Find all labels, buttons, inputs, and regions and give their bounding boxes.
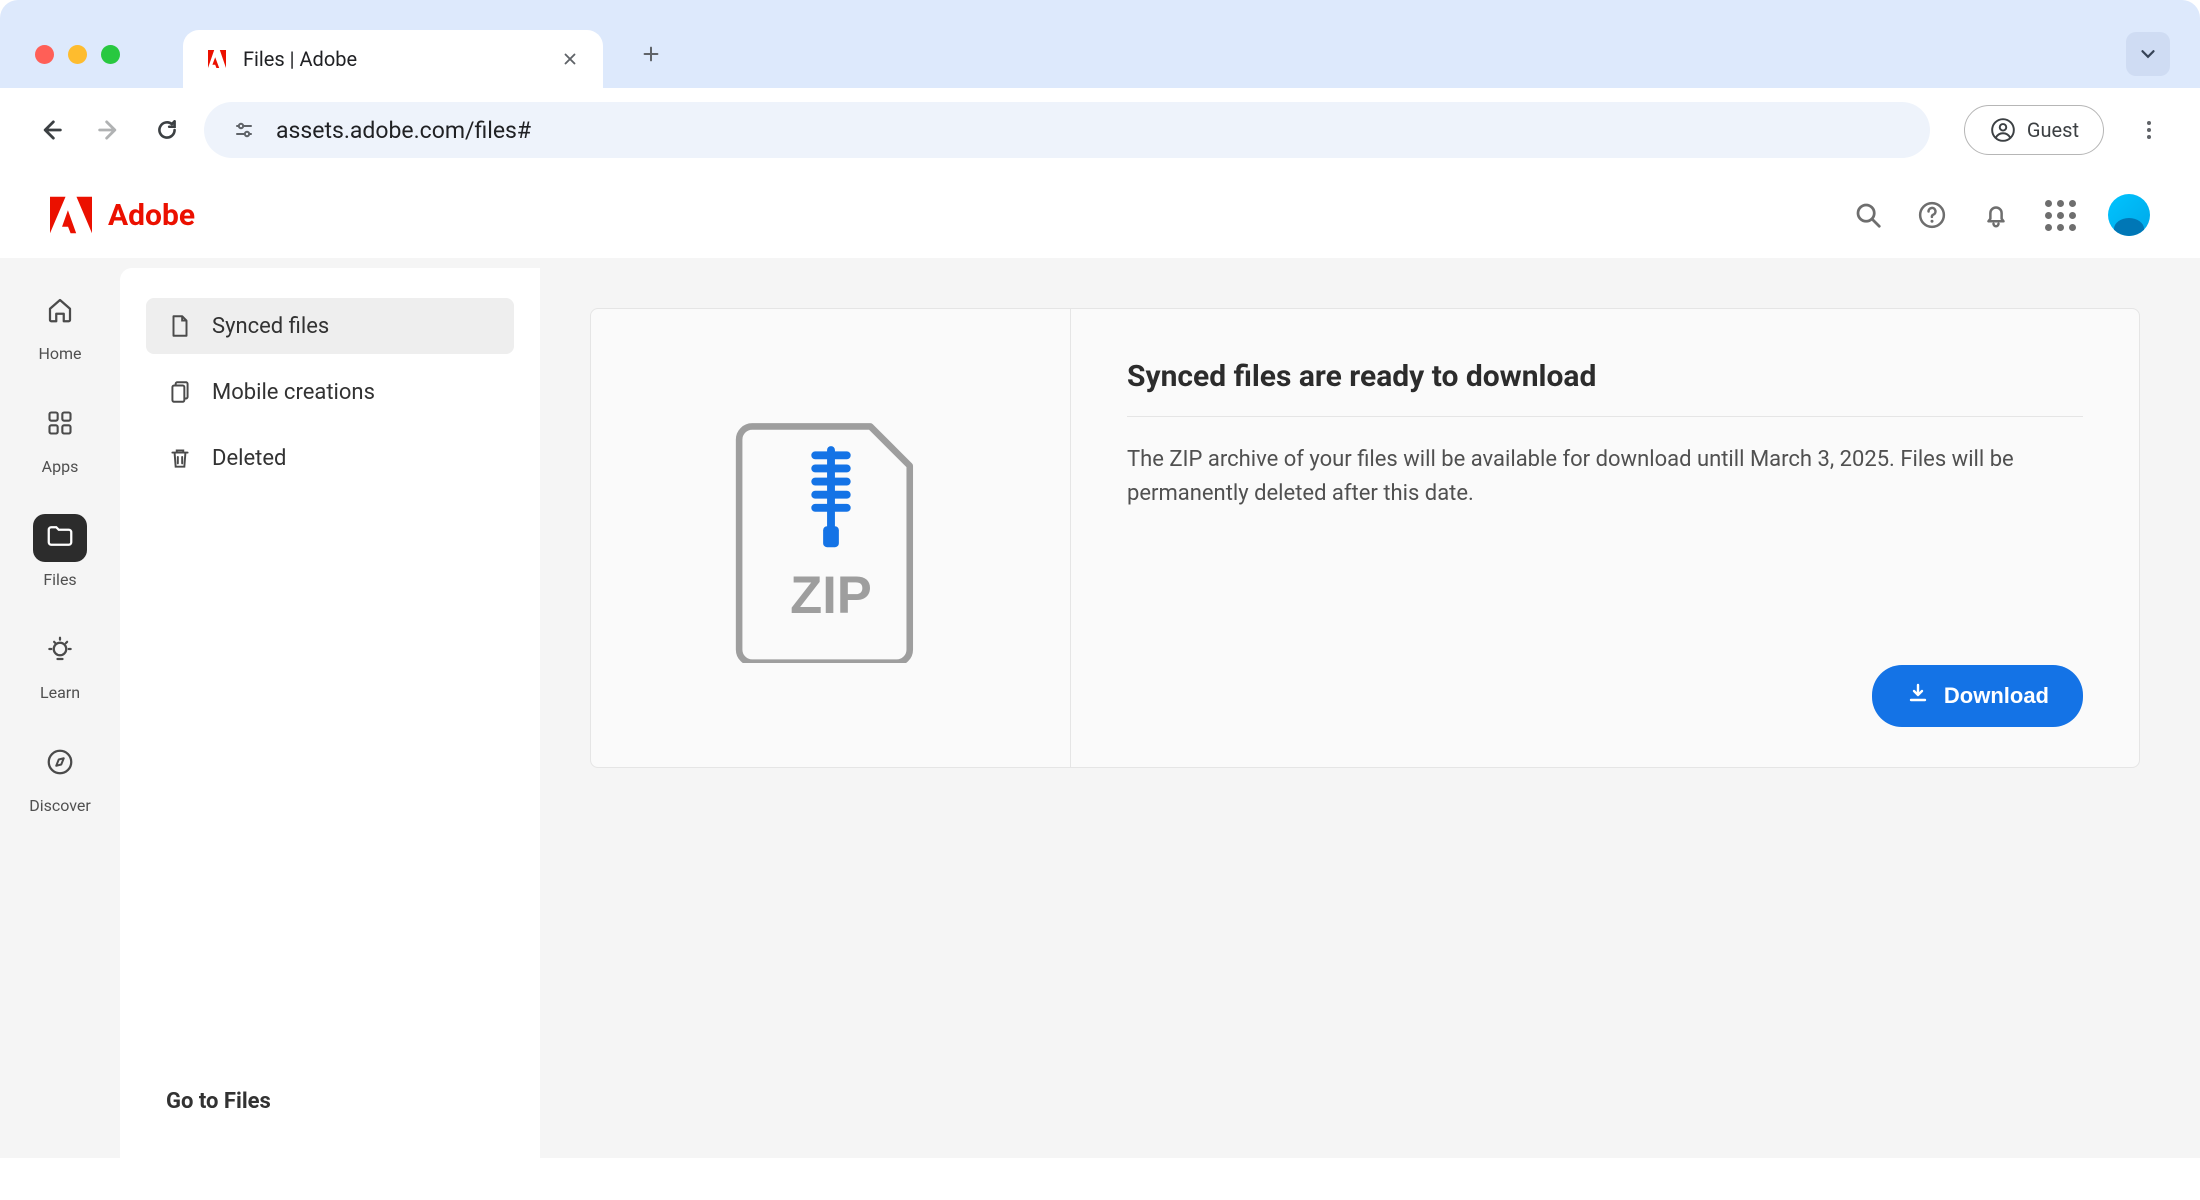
rail-label: Discover [29, 796, 91, 815]
card-title: Synced files are ready to download [1127, 359, 2083, 417]
window-maximize-button[interactable] [101, 45, 120, 64]
address-bar[interactable]: assets.adobe.com/files# [204, 102, 1930, 158]
zip-file-icon: ZIP [726, 413, 936, 663]
search-icon[interactable] [1852, 199, 1884, 231]
window-close-button[interactable] [35, 45, 54, 64]
tab-close-button[interactable] [559, 48, 581, 70]
side-item-mobile-creations[interactable]: Mobile creations [146, 364, 514, 420]
rail-label: Home [38, 344, 81, 363]
rail-item-discover[interactable]: Discover [20, 740, 100, 815]
rail-item-learn[interactable]: Learn [20, 627, 100, 702]
new-tab-button[interactable] [631, 34, 671, 74]
tab-title: Files | Adobe [243, 47, 545, 71]
go-to-files-label: Go to Files [166, 1089, 271, 1114]
window-minimize-button[interactable] [68, 45, 87, 64]
header-actions [1852, 194, 2150, 236]
forward-button[interactable] [88, 109, 130, 151]
download-button[interactable]: Download [1872, 665, 2083, 727]
file-icon [166, 312, 194, 340]
lightbulb-icon [45, 634, 75, 668]
go-to-files-link[interactable]: Go to Files [146, 1075, 514, 1128]
site-settings-icon[interactable] [230, 116, 258, 144]
rail-label: Learn [40, 683, 80, 702]
compass-icon [45, 747, 75, 781]
tab-menu-button[interactable] [2126, 32, 2170, 76]
side-item-label: Deleted [212, 446, 286, 471]
trash-icon [166, 444, 194, 472]
adobe-favicon-icon [205, 47, 229, 71]
content-area: ZIP Synced files are ready to download T… [540, 268, 2200, 1158]
apps-switcher-icon[interactable] [2044, 199, 2076, 231]
url-text: assets.adobe.com/files# [276, 117, 1904, 144]
tab-bar: Files | Adobe [0, 20, 2200, 88]
card-footer: Download [1127, 665, 2083, 727]
window-controls [35, 45, 120, 64]
guest-avatar-icon [1989, 116, 2017, 144]
rail-label: Apps [42, 457, 79, 476]
card-body: The ZIP archive of your files will be av… [1127, 443, 2083, 511]
side-panel-list: Synced files Mobile creations Deleted [146, 298, 514, 486]
download-icon [1906, 681, 1930, 711]
app-header: Adobe [0, 172, 2200, 258]
card-content: Synced files are ready to download The Z… [1071, 309, 2139, 767]
side-item-deleted[interactable]: Deleted [146, 430, 514, 486]
rail-item-files[interactable]: Files [20, 514, 100, 589]
side-item-synced-files[interactable]: Synced files [146, 298, 514, 354]
apps-icon [46, 409, 74, 441]
guest-label: Guest [2027, 118, 2079, 142]
folder-icon [45, 521, 75, 555]
home-icon [45, 295, 75, 329]
browser-chrome: Files | Adobe assets.adobe.com/files# [0, 0, 2200, 172]
side-item-label: Synced files [212, 314, 329, 339]
profile-guest-button[interactable]: Guest [1964, 105, 2104, 155]
mobile-stack-icon [166, 378, 194, 406]
rail-label: Files [43, 570, 76, 589]
help-icon[interactable] [1916, 199, 1948, 231]
reload-button[interactable] [146, 109, 188, 151]
browser-tab[interactable]: Files | Adobe [183, 30, 603, 88]
card-illustration: ZIP [591, 309, 1071, 767]
zip-label: ZIP [790, 566, 872, 625]
adobe-logo-icon [50, 196, 92, 234]
back-button[interactable] [30, 109, 72, 151]
side-item-label: Mobile creations [212, 380, 375, 405]
side-panel: Synced files Mobile creations Deleted Go… [120, 268, 540, 1158]
browser-toolbar: assets.adobe.com/files# Guest [0, 88, 2200, 172]
download-card: ZIP Synced files are ready to download T… [590, 308, 2140, 768]
adobe-logo[interactable]: Adobe [50, 196, 195, 234]
main-area: Home Apps Files Learn Discover [0, 258, 2200, 1158]
rail-item-home[interactable]: Home [20, 288, 100, 363]
download-label: Download [1944, 683, 2049, 709]
browser-menu-button[interactable] [2128, 109, 2170, 151]
adobe-brand-name: Adobe [108, 198, 195, 233]
notifications-icon[interactable] [1980, 199, 2012, 231]
nav-rail: Home Apps Files Learn Discover [0, 258, 120, 1158]
profile-avatar[interactable] [2108, 194, 2150, 236]
rail-item-apps[interactable]: Apps [20, 401, 100, 476]
